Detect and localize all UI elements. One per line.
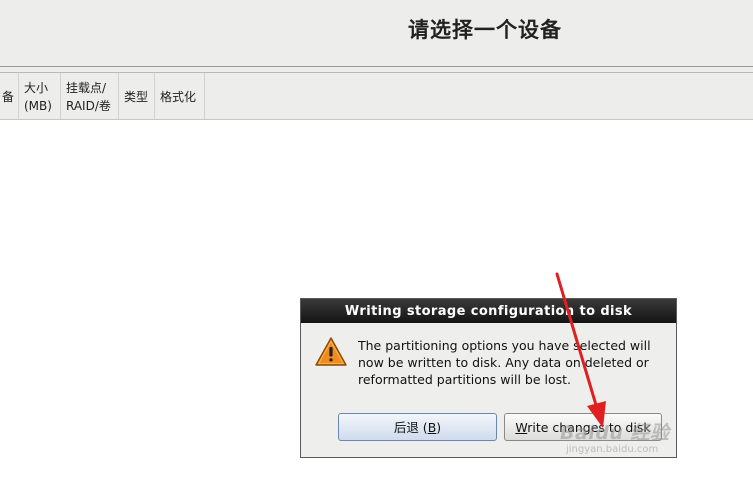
device-table-header: 备 大小 (MB) 挂载点/ RAID/卷 类型 格式化 bbox=[0, 73, 753, 120]
column-header-type-label: 类型 bbox=[124, 90, 149, 104]
baidu-watermark: Baidu 经验 jingyan.baidu.com bbox=[560, 418, 670, 455]
back-button[interactable]: 后退 (B) bbox=[338, 413, 497, 441]
watermark-logo-text: Baidu 经验 bbox=[560, 422, 670, 444]
column-header-size-label: 大小 (MB) bbox=[24, 81, 52, 113]
warning-icon bbox=[315, 337, 347, 366]
dialog-message: The partitioning options you have select… bbox=[358, 338, 651, 387]
installer-screen: 请选择一个设备 备 大小 (MB) 挂载点/ RAID/卷 类型 格式化 Wri… bbox=[0, 0, 753, 488]
column-header-mount-label: 挂载点/ RAID/卷 bbox=[66, 81, 111, 113]
column-header-device-label: 备 bbox=[2, 90, 15, 104]
column-header-format-label: 格式化 bbox=[160, 90, 197, 104]
back-button-label-suffix: ) bbox=[436, 420, 442, 435]
header-banner: 请选择一个设备 bbox=[0, 0, 753, 66]
page-title: 请选择一个设备 bbox=[408, 18, 562, 42]
column-header-format[interactable]: 格式化 bbox=[155, 73, 205, 119]
write-button-mnemonic: W bbox=[515, 420, 528, 435]
column-header-mount[interactable]: 挂载点/ RAID/卷 bbox=[61, 73, 119, 119]
column-header-type[interactable]: 类型 bbox=[119, 73, 155, 119]
column-header-device[interactable]: 备 bbox=[0, 73, 19, 119]
dialog-title: Writing storage configuration to disk bbox=[301, 299, 676, 323]
back-button-mnemonic: B bbox=[427, 420, 437, 435]
back-button-label-prefix: 后退 ( bbox=[393, 420, 428, 435]
watermark-url: jingyan.baidu.com bbox=[566, 444, 659, 455]
column-header-size[interactable]: 大小 (MB) bbox=[19, 73, 61, 119]
